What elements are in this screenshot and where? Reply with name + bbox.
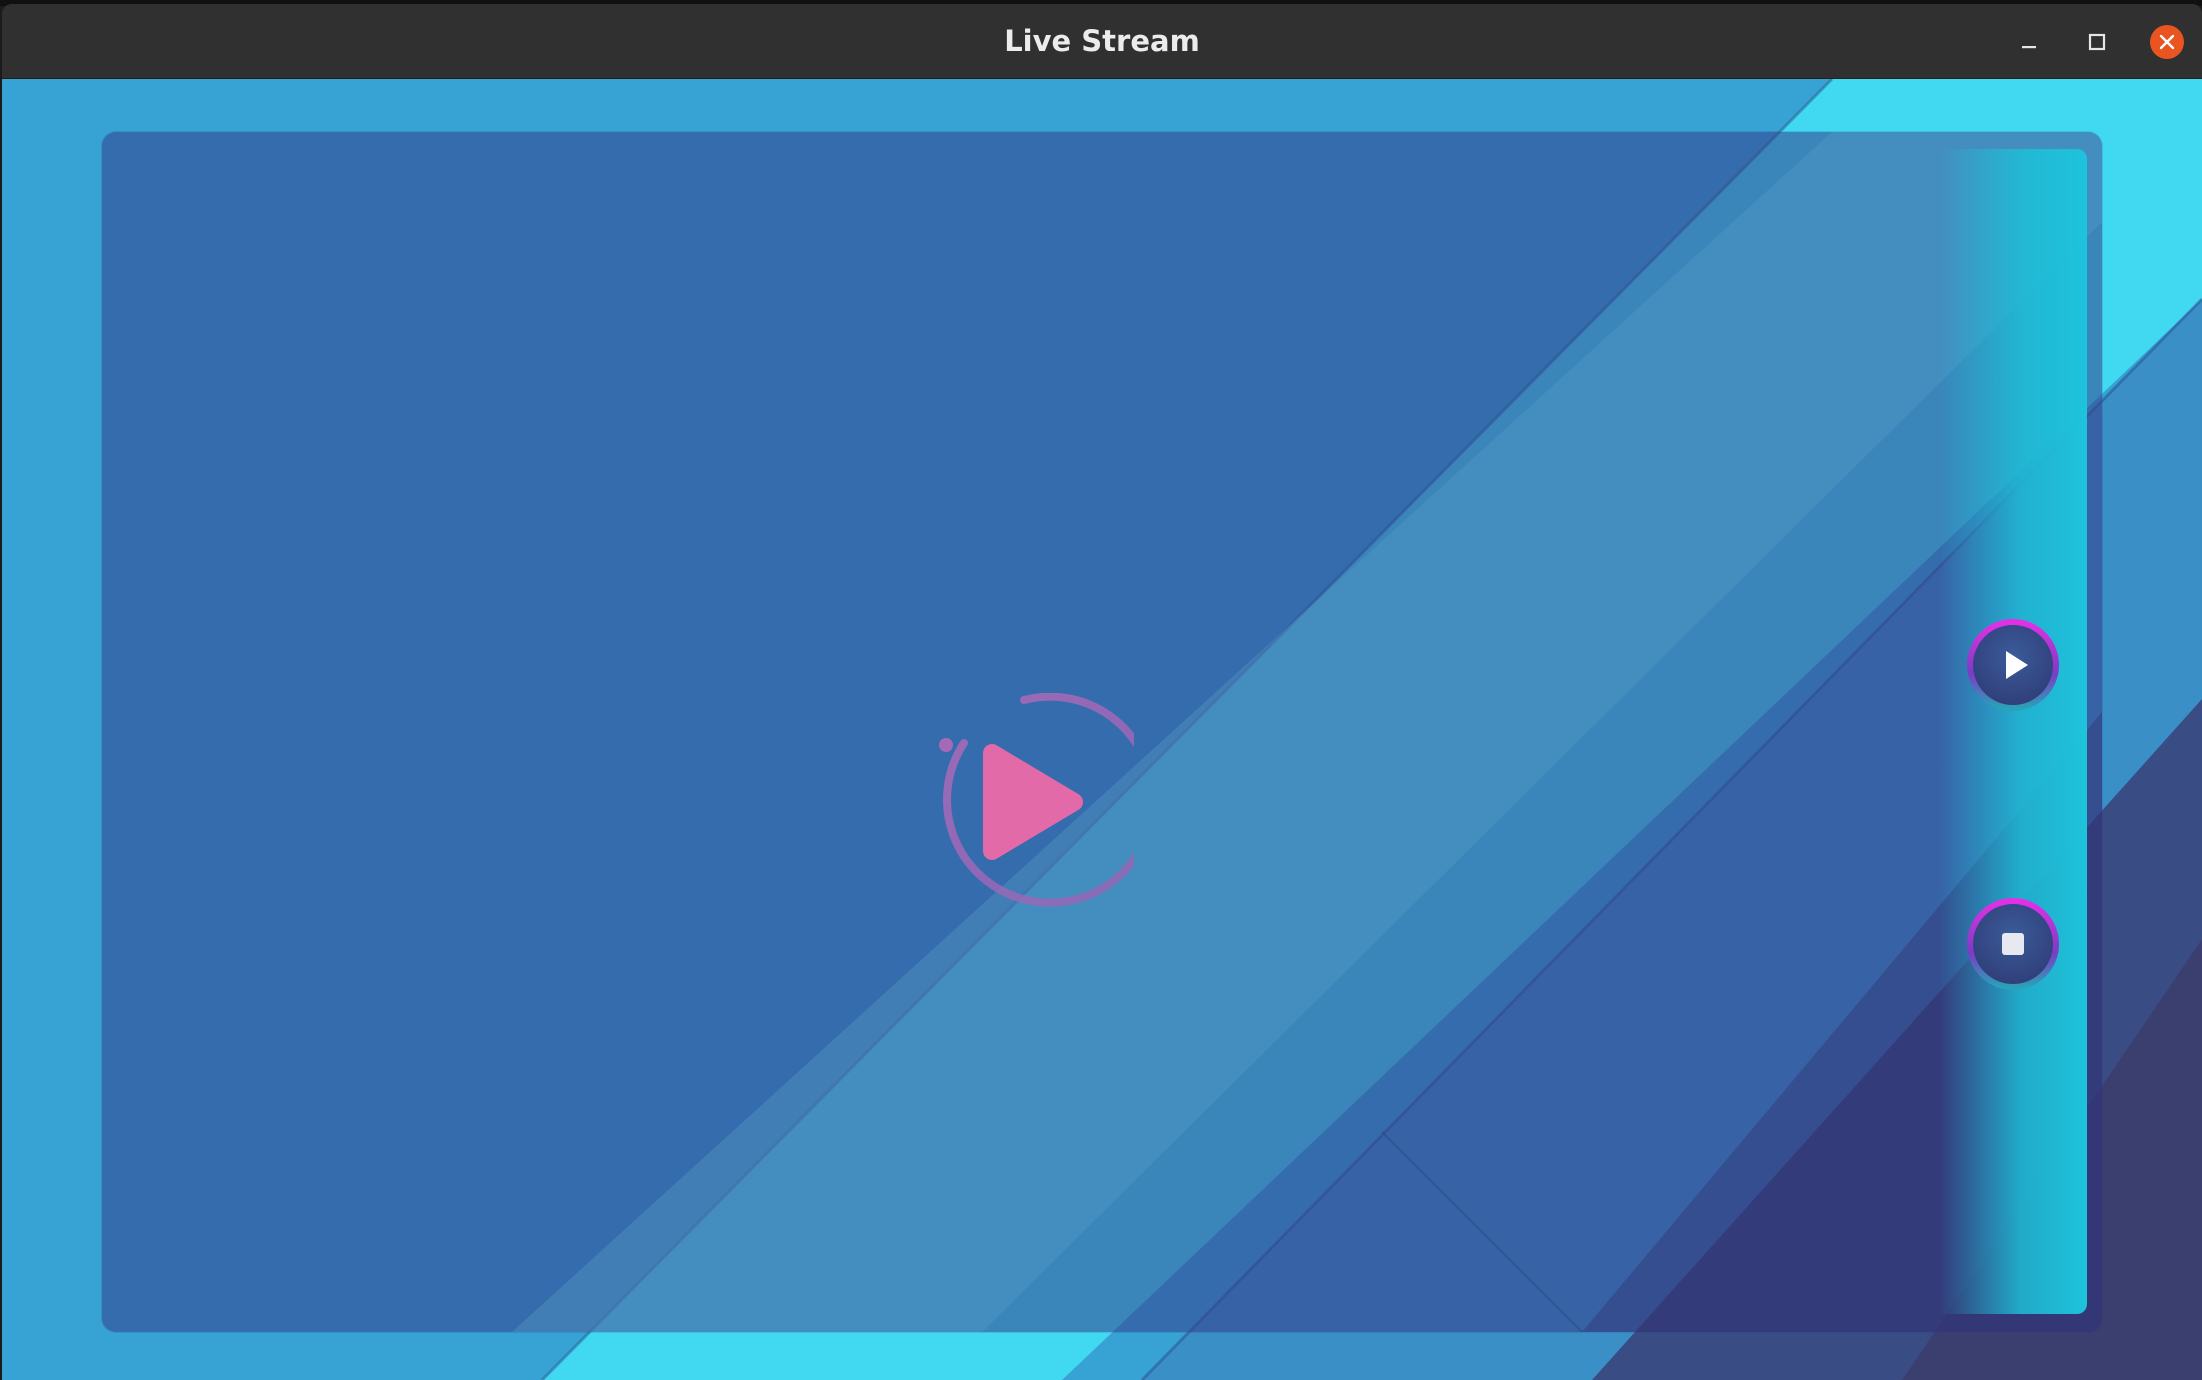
app-window: Live Stream	[2, 4, 2202, 1380]
play-circle-icon[interactable]	[914, 692, 1157, 913]
title-bar[interactable]: Live Stream	[2, 4, 2202, 79]
minimize-button[interactable]	[2012, 25, 2046, 59]
maximize-icon	[2088, 33, 2106, 51]
close-button[interactable]	[2150, 25, 2184, 59]
stop-button[interactable]	[1966, 897, 2060, 991]
minimize-icon	[2022, 46, 2036, 49]
maximize-button[interactable]	[2080, 25, 2114, 59]
stop-icon	[2002, 933, 2024, 955]
control-panel	[1939, 149, 2087, 1314]
stream-area	[2, 79, 2202, 1380]
play-button[interactable]	[1966, 618, 2060, 712]
close-icon	[2159, 34, 2175, 50]
window-title: Live Stream	[1004, 24, 1200, 58]
